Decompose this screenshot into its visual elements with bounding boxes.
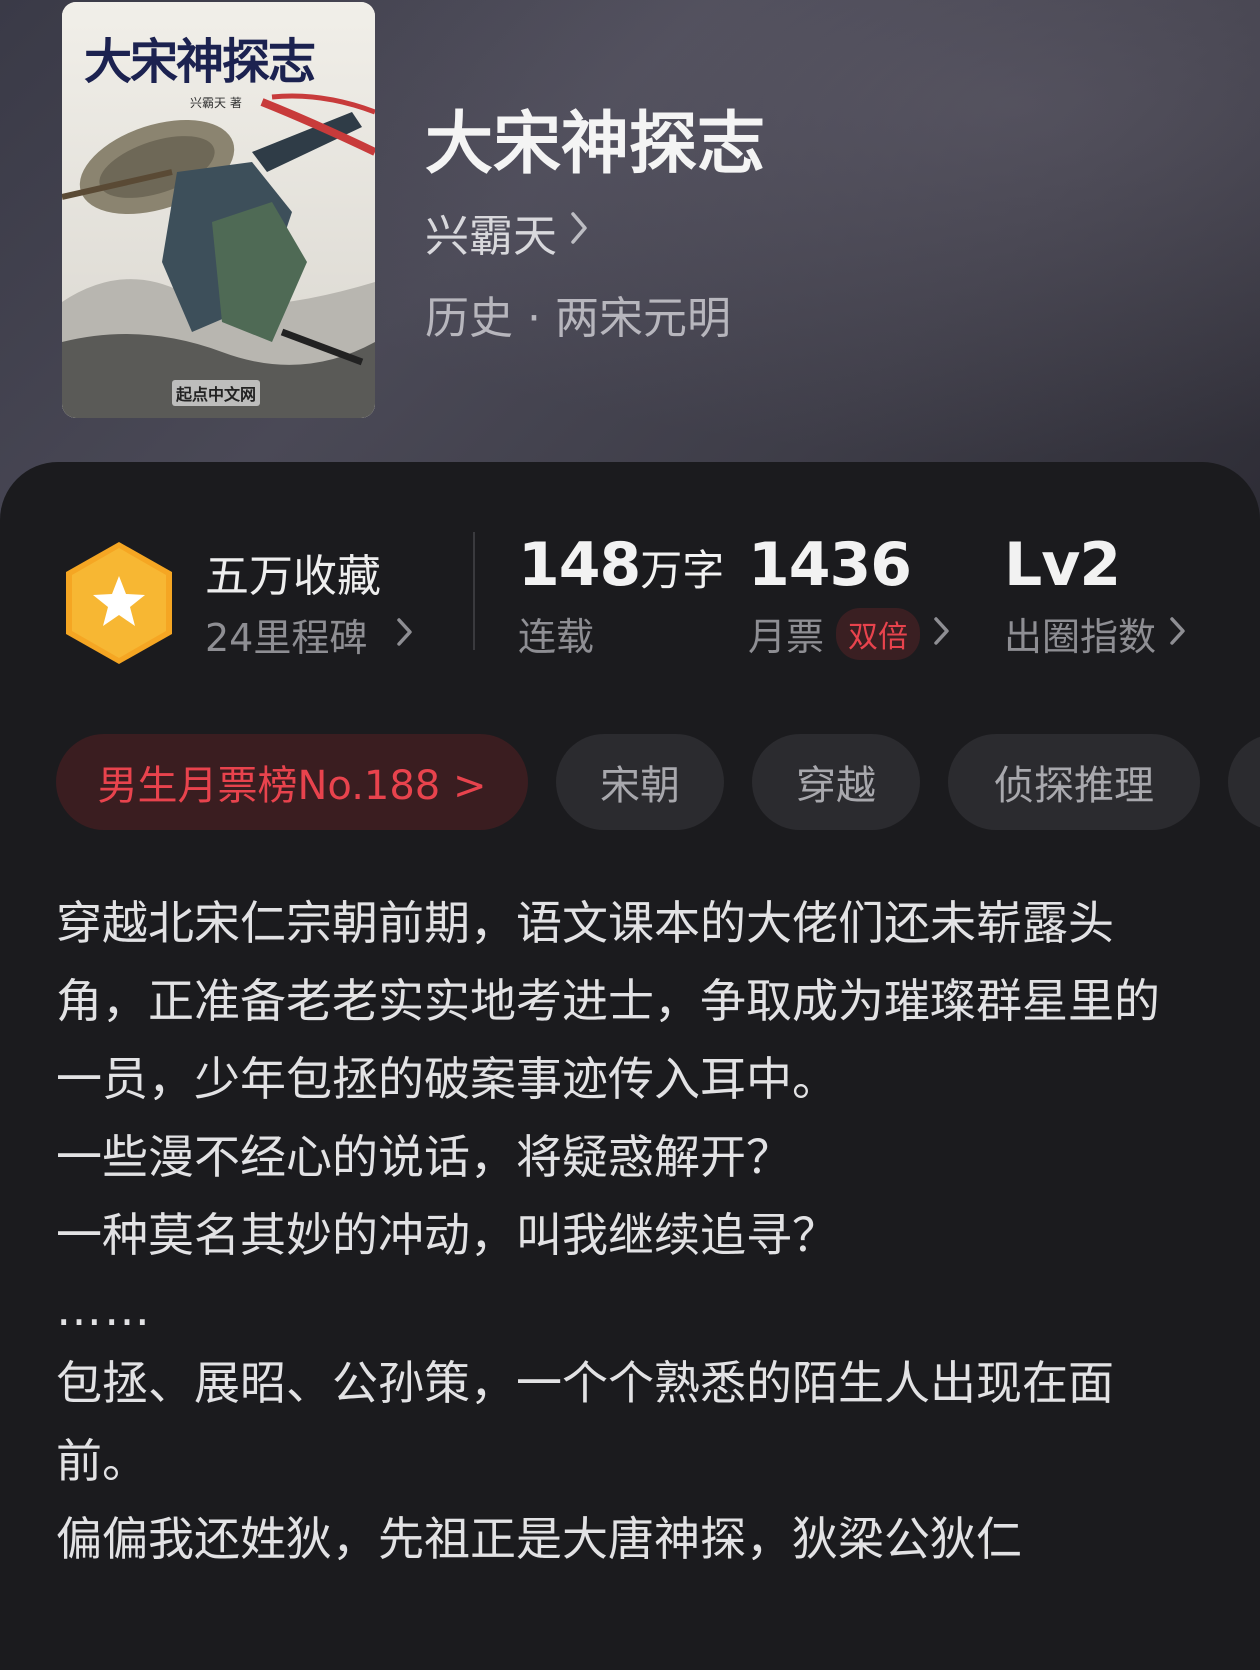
book-category[interactable]: 历史 · 两宋元明 xyxy=(425,282,731,346)
description-paragraph: 穿越北宋仁宗朝前期，语文课本的大佬们还未崭露头角，正准备老老实实地考进士，争取成… xyxy=(56,896,1160,1106)
rank-tag[interactable]: 男生月票榜No.188 > xyxy=(56,734,528,830)
tag-time-travel[interactable]: 穿越 xyxy=(752,734,920,830)
tag-row: 男生月票榜No.188 > 宋朝 穿越 侦探推理 xyxy=(56,734,1260,834)
monthly-ticket-number: 1436 xyxy=(748,530,912,600)
description-paragraph: 一些漫不经心的说话，将疑惑解开？ xyxy=(56,1130,792,1184)
cover-title: 大宋神探志 xyxy=(84,34,316,90)
chevron-right-icon xyxy=(932,612,952,656)
cover-author: 兴霸天 著 xyxy=(190,96,242,110)
tag-more[interactable] xyxy=(1228,734,1260,830)
double-badge: 双倍 xyxy=(836,607,921,660)
influence-stat[interactable]: Lv2 出圈指数 xyxy=(1004,530,1188,661)
author-name: 兴霸天 xyxy=(425,211,557,262)
description-ellipsis: …… xyxy=(56,1282,152,1336)
influence-number: Lv2 xyxy=(1004,530,1121,600)
tag-song-dynasty[interactable]: 宋朝 xyxy=(556,734,724,830)
author-link[interactable]: 兴霸天 xyxy=(425,200,591,264)
chevron-right-icon xyxy=(569,210,591,255)
word-count-label: 连载 xyxy=(518,615,595,659)
collection-milestone-title[interactable]: 五万收藏 xyxy=(205,540,381,604)
detail-panel: 五万收藏 24里程碑 148万字 连载 1436 月票 双倍 Lv2 出圈指数 xyxy=(0,462,1260,1670)
chevron-right-icon xyxy=(1168,612,1188,656)
book-title: 大宋神探志 xyxy=(425,104,766,184)
description-paragraph: 包拯、展昭、公孙策，一个个熟悉的陌生人出现在面前。 xyxy=(56,1356,1114,1488)
description-paragraph: 偏偏我还姓狄，先祖正是大唐神探，狄梁公狄仁 xyxy=(56,1512,1022,1566)
stats-divider xyxy=(473,532,475,650)
chevron-right-icon xyxy=(395,613,415,657)
word-count-number: 148 xyxy=(518,530,641,600)
influence-label: 出圈指数 xyxy=(1004,615,1157,659)
monthly-ticket-label: 月票 xyxy=(748,615,825,659)
description-paragraph: 一种莫名其妙的冲动，叫我继续追寻？ xyxy=(56,1208,838,1262)
book-description[interactable]: 穿越北宋仁宗朝前期，语文课本的大佬们还未崭露头角，正准备老老实实地考进士，争取成… xyxy=(56,884,1176,1578)
star-hexagon-icon xyxy=(66,542,172,664)
monthly-ticket-stat[interactable]: 1436 月票 双倍 xyxy=(748,530,952,661)
publisher-logo: 起点中文网 xyxy=(172,380,261,406)
word-count-unit: 万字 xyxy=(640,546,725,595)
collection-milestone-link[interactable]: 24里程碑 xyxy=(205,607,415,662)
book-cover[interactable]: 大宋神探志 兴霸天 著 起点中文网 xyxy=(62,2,375,418)
milestone-count: 24里程碑 xyxy=(205,616,368,660)
tag-detective[interactable]: 侦探推理 xyxy=(948,734,1200,830)
word-count-stat: 148万字 连载 xyxy=(518,530,724,661)
